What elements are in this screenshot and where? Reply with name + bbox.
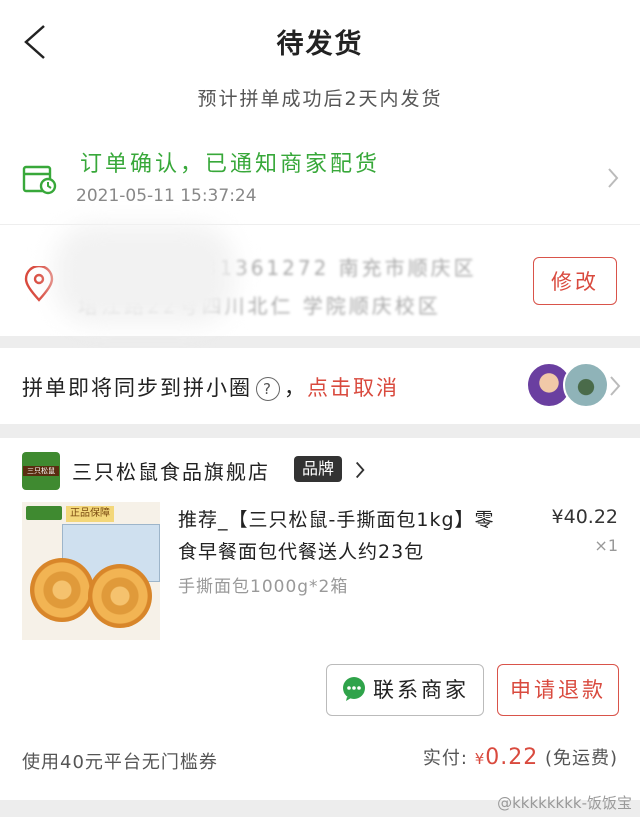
group-sync-bar: 拼单即将同步到拼小圈? ，点击取消 — [0, 348, 640, 424]
location-pin-icon — [24, 266, 54, 302]
request-refund-button[interactable]: 申请退款 — [497, 664, 619, 716]
product-price: ¥40.22 — [551, 506, 618, 528]
paid-label: 实付: — [422, 748, 468, 769]
help-icon[interactable]: ? — [256, 377, 280, 401]
genuine-badge: 正品保障 — [66, 506, 114, 522]
cancel-sync-link[interactable]: 点击取消 — [307, 376, 399, 400]
group-sync-label: 拼单即将同步到拼小圈 — [22, 376, 252, 400]
product-image[interactable]: 正品保障 — [22, 502, 160, 640]
product-spec: 手撕面包1000g*2箱 — [178, 577, 349, 597]
chevron-right-icon — [608, 168, 619, 188]
logistics-row[interactable]: 订单确认，已通知商家配货 2021-05-11 15:37:24 — [0, 128, 640, 224]
bread-roll — [88, 564, 152, 628]
shipping-note: (免运费) — [544, 748, 618, 769]
delivery-status-icon — [22, 165, 57, 195]
product-quantity: ×1 — [594, 536, 618, 555]
chevron-right-icon[interactable] — [608, 374, 622, 398]
coupon-info: 使用40元平台无门槛券 — [22, 752, 218, 773]
avatar — [563, 362, 609, 408]
watermark: @kkkkkkkk-饭饭宝 — [497, 794, 632, 812]
contact-seller-button[interactable]: 联系商家 — [326, 664, 484, 716]
logistics-status: 订单确认，已通知商家配货 — [80, 152, 381, 177]
amount-value: 0.22 — [485, 745, 539, 770]
delivery-estimate: 预计拼单成功后2天内发货 — [197, 88, 443, 110]
shop-logo-text: 三只松鼠 — [23, 466, 59, 476]
currency-symbol: ¥ — [474, 750, 486, 768]
shop-logo — [26, 506, 62, 520]
header: 待发货 预计拼单成功后2天内发货 — [0, 0, 640, 128]
shop-logo: 三只松鼠 — [22, 452, 60, 490]
order-card: 三只松鼠 三只松鼠食品旗舰店 品牌 正品保障 推荐_【三只松鼠-手撕面包1kg】… — [0, 438, 640, 800]
order-info-card: 订单确认，已通知商家配货 2021-05-11 15:37:24 罗水城 173… — [0, 128, 640, 336]
group-separator: ， — [284, 376, 307, 400]
privacy-blur — [54, 224, 234, 324]
logistics-time: 2021-05-11 15:37:24 — [76, 186, 257, 206]
chevron-right-icon[interactable] — [354, 460, 366, 480]
modify-address-button[interactable]: 修改 — [533, 257, 617, 305]
shop-name[interactable]: 三只松鼠食品旗舰店 — [72, 456, 270, 485]
chat-icon — [343, 677, 365, 701]
bread-roll — [30, 558, 94, 622]
brand-badge: 品牌 — [294, 456, 343, 482]
page-title: 待发货 — [276, 29, 364, 60]
paid-amount: 实付: ¥0.22 (免运费) — [423, 744, 618, 770]
product-title[interactable]: 推荐_【三只松鼠-手撕面包1kg】零食早餐面包代餐送人约23包 — [178, 504, 508, 568]
contact-seller-label: 联系商家 — [373, 678, 469, 702]
group-sync-text: 拼单即将同步到拼小圈? ，点击取消 — [22, 372, 399, 402]
